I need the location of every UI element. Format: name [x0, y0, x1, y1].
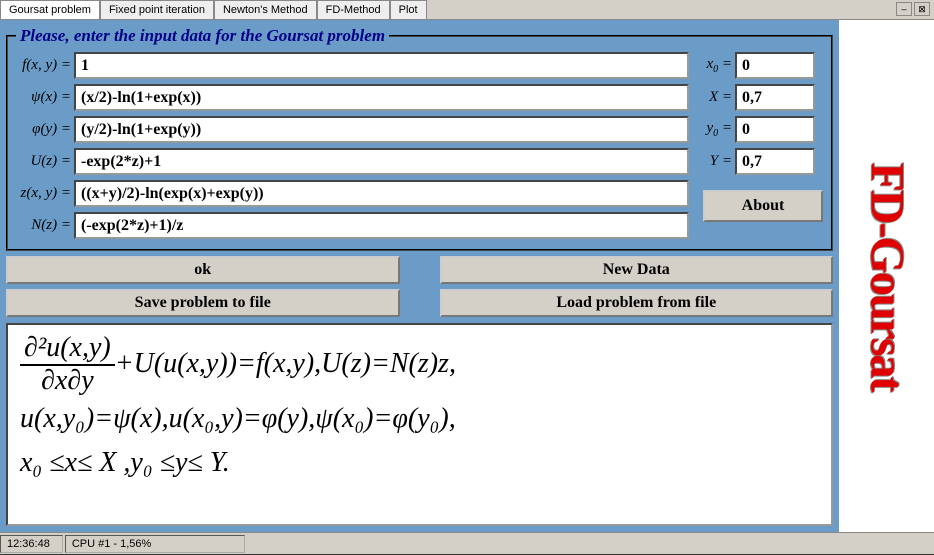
side-title-text: FD-Goursat — [859, 162, 914, 390]
input-psi[interactable] — [74, 84, 689, 111]
input-U[interactable] — [74, 148, 689, 175]
ok-button[interactable]: ok — [6, 256, 400, 284]
new-data-button[interactable]: New Data — [440, 256, 834, 284]
equation-panel: ∂²u(x,y) ∂x∂y +U(u(x,y))=f(x,y),U(z)=N(z… — [6, 323, 833, 526]
save-button[interactable]: Save problem to file — [6, 289, 400, 317]
label-psi: ψ(x) = — [16, 89, 74, 106]
label-N: N(z) = — [16, 217, 74, 234]
label-x0: x0 = — [703, 56, 735, 75]
input-z[interactable] — [74, 180, 689, 207]
status-cpu: CPU #1 - 1,56% — [65, 535, 245, 553]
label-Y: Y = — [703, 153, 735, 170]
input-X[interactable] — [735, 84, 815, 111]
minimize-button[interactable]: – — [896, 2, 912, 16]
label-z: z(x, y) = — [16, 185, 74, 202]
input-y0[interactable] — [735, 116, 815, 143]
tab-plot[interactable]: Plot — [390, 0, 427, 19]
label-phi: φ(y) = — [16, 121, 74, 138]
label-y0: y0 = — [703, 120, 735, 139]
input-N[interactable] — [74, 212, 689, 239]
tab-goursat-problem[interactable]: Goursat problem — [0, 0, 100, 19]
input-fieldset: Please, enter the input data for the Gou… — [6, 26, 833, 251]
input-x0[interactable] — [735, 52, 815, 79]
tab-fixed-point[interactable]: Fixed point iteration — [100, 0, 214, 19]
close-button[interactable]: ⊠ — [914, 2, 930, 16]
side-title-panel: FD-Goursat — [839, 20, 934, 532]
status-bar: 12:36:48 CPU #1 - 1,56% — [0, 532, 934, 554]
input-phi[interactable] — [74, 116, 689, 143]
input-Y[interactable] — [735, 148, 815, 175]
equation-line-3: x₀ ≤x≤ X ,y₀ ≤y≤ Y. — [20, 441, 819, 486]
input-f[interactable] — [74, 52, 689, 79]
window-titlebar: Goursat problem Fixed point iteration Ne… — [0, 0, 934, 20]
tab-newtons-method[interactable]: Newton's Method — [214, 0, 317, 19]
label-U: U(z) = — [16, 153, 74, 170]
equation-line-1: ∂²u(x,y) ∂x∂y +U(u(x,y))=f(x,y),U(z)=N(z… — [20, 333, 819, 397]
about-button[interactable]: About — [703, 190, 823, 222]
tab-fd-method[interactable]: FD-Method — [317, 0, 390, 19]
fieldset-legend: Please, enter the input data for the Gou… — [16, 26, 389, 46]
equation-line-2: u(x,y₀)=ψ(x),u(x₀,y)=φ(y),ψ(x₀)=φ(y₀), — [20, 397, 819, 442]
label-X: X = — [703, 89, 735, 106]
load-button[interactable]: Load problem from file — [440, 289, 834, 317]
status-time: 12:36:48 — [0, 535, 63, 553]
label-f: f(x, y) = — [16, 57, 74, 74]
